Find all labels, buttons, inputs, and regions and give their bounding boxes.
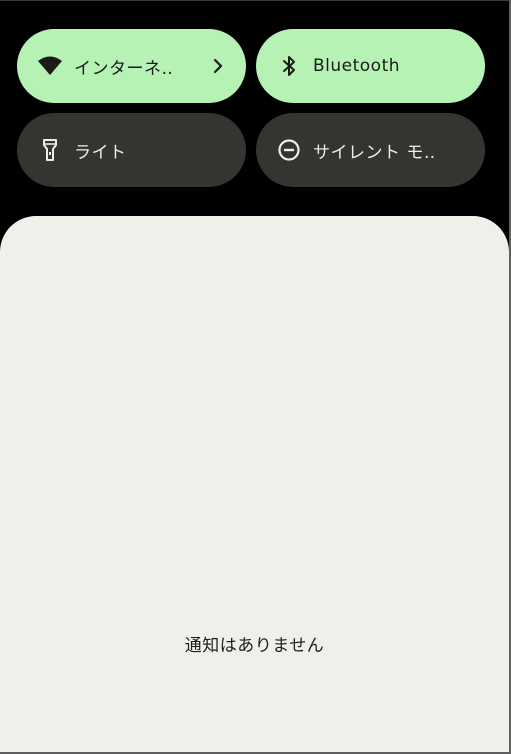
notification-panel: 通知はありません [0, 216, 509, 752]
internet-tile-label: インターネ‥ [74, 58, 174, 79]
no-notifications-text: 通知はありません [184, 636, 325, 656]
do-not-disturb-tile-label: サイレント モ‥ [313, 142, 436, 163]
bluetooth-tile-label: Bluetooth [313, 56, 401, 76]
flashlight-tile-label: ライト [74, 142, 127, 163]
bluetooth-icon [276, 53, 302, 79]
flashlight-tile[interactable]: ライト [17, 113, 246, 187]
flashlight-icon [37, 137, 63, 163]
do-not-disturb-icon [276, 137, 302, 163]
bluetooth-tile[interactable]: Bluetooth [256, 29, 485, 103]
do-not-disturb-tile[interactable]: サイレント モ‥ [256, 113, 485, 187]
chevron-right-icon[interactable] [210, 56, 226, 76]
wifi-icon [37, 53, 63, 79]
notification-shade: インターネ‥ Bluetooth ライト サイレント モ‥ 通知はありません [0, 0, 511, 754]
internet-tile[interactable]: インターネ‥ [17, 29, 246, 103]
